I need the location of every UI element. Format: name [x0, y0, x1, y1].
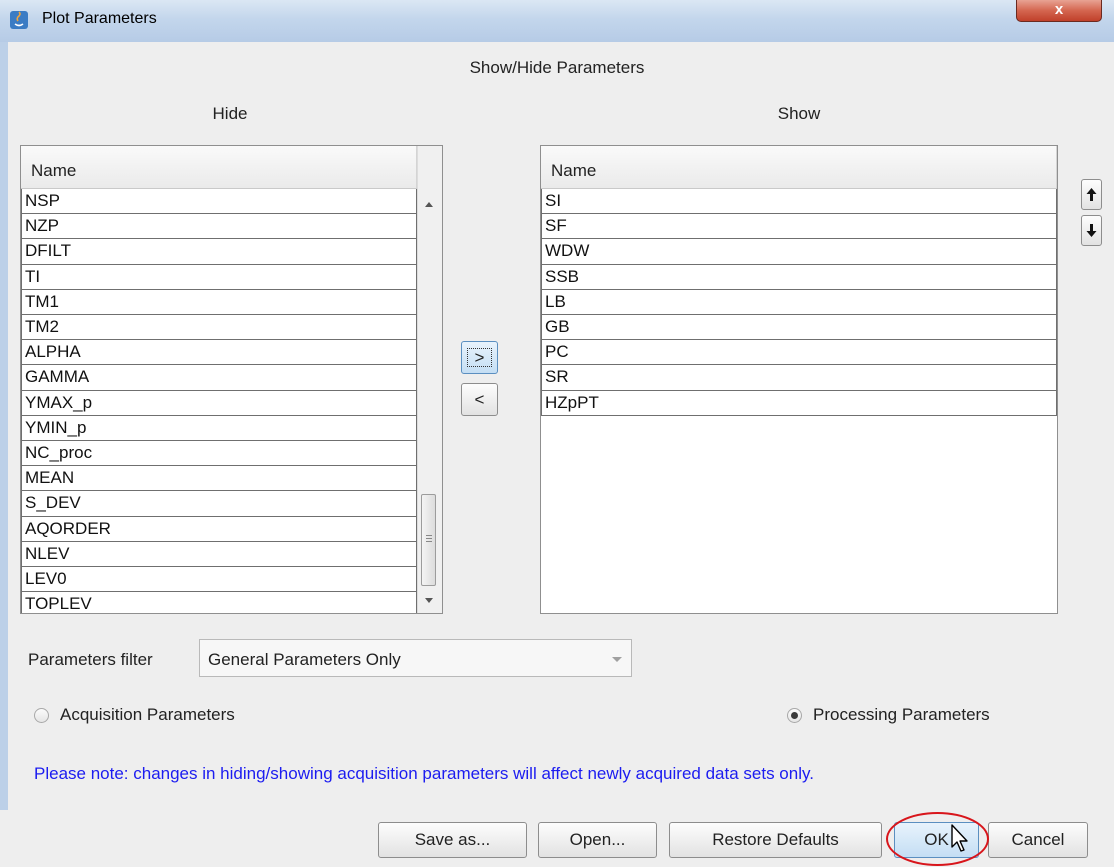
- show-list-item[interactable]: SSB: [541, 264, 1057, 290]
- java-app-icon: [10, 11, 28, 29]
- info-note: Please note: changes in hiding/showing a…: [34, 764, 814, 783]
- filter-selected-value: General Parameters Only: [208, 650, 401, 669]
- close-icon: x: [1054, 1, 1064, 18]
- move-down-button[interactable]: [1081, 215, 1102, 246]
- show-list-item[interactable]: PC: [541, 340, 1057, 366]
- hide-list-item[interactable]: LEV0: [21, 567, 417, 593]
- hide-column-header[interactable]: Name: [21, 146, 417, 189]
- open-button[interactable]: Open...: [538, 822, 657, 858]
- parameters-filter-label: Parameters filter: [28, 650, 153, 669]
- title-bar[interactable]: Plot Parameters x: [0, 0, 1114, 42]
- hide-list-item[interactable]: AQORDER: [21, 516, 417, 542]
- plot-parameters-dialog: Plot Parameters x Show/Hide Parameters H…: [0, 0, 1114, 867]
- arrow-up-icon: [1086, 188, 1097, 201]
- hide-list-item[interactable]: TOPLEV: [21, 592, 417, 613]
- show-list-item[interactable]: HZpPT: [541, 390, 1057, 416]
- hide-label: Hide: [212, 104, 248, 123]
- show-list-item[interactable]: WDW: [541, 239, 1057, 265]
- mouse-pointer-icon: [951, 824, 968, 852]
- chevron-down-icon[interactable]: [612, 657, 622, 662]
- hide-list-item[interactable]: YMAX_p: [21, 390, 417, 416]
- acquisition-radio[interactable]: [34, 708, 49, 723]
- show-list-item[interactable]: SR: [541, 365, 1057, 391]
- show-list-item[interactable]: LB: [541, 289, 1057, 315]
- processing-radio-label: Processing Parameters: [813, 705, 990, 724]
- hide-list-item[interactable]: DFILT: [21, 239, 417, 265]
- ok-highlight-annotation: [886, 812, 989, 866]
- arrow-down-icon: [1086, 224, 1097, 237]
- restore-defaults-button[interactable]: Restore Defaults: [669, 822, 882, 858]
- hide-list-item[interactable]: MEAN: [21, 466, 417, 492]
- show-list[interactable]: Name SI SF WDW SSB LB GB PC SR HZpPT: [540, 145, 1058, 614]
- hide-list-item[interactable]: NZP: [21, 214, 417, 240]
- hide-list-item[interactable]: TM1: [21, 289, 417, 315]
- hide-list-item[interactable]: NC_proc: [21, 441, 417, 467]
- section-title: Show/Hide Parameters: [469, 58, 645, 77]
- acquisition-radio-label: Acquisition Parameters: [60, 705, 235, 724]
- scroll-up-icon[interactable]: [425, 202, 433, 207]
- processing-radio[interactable]: [787, 708, 802, 723]
- hide-list-scrollbar[interactable]: [417, 146, 442, 613]
- hide-list-item[interactable]: GAMMA: [21, 365, 417, 391]
- hide-list-item[interactable]: YMIN_p: [21, 415, 417, 441]
- show-list-item[interactable]: SF: [541, 214, 1057, 240]
- show-label: Show: [777, 104, 821, 123]
- move-up-button[interactable]: [1081, 179, 1102, 210]
- hide-list-item[interactable]: S_DEV: [21, 491, 417, 517]
- save-as-button[interactable]: Save as...: [378, 822, 527, 858]
- show-list-item[interactable]: SI: [541, 189, 1057, 215]
- window-title: Plot Parameters: [42, 10, 157, 27]
- cancel-button[interactable]: Cancel: [988, 822, 1088, 858]
- hide-list[interactable]: Name NSP NZP DFILT TI TM1 TM2 ALPHA GAMMA YMAX_p…: [20, 145, 443, 614]
- close-button[interactable]: x: [1016, 0, 1102, 22]
- scroll-thumb[interactable]: [421, 494, 436, 586]
- hide-list-item[interactable]: NSP: [21, 189, 417, 215]
- show-list-item[interactable]: GB: [541, 315, 1057, 341]
- hide-list-item[interactable]: ALPHA: [21, 340, 417, 366]
- hide-list-item[interactable]: NLEV: [21, 541, 417, 567]
- parameters-filter-select[interactable]: General Parameters Only: [199, 639, 632, 677]
- window-frame: [0, 42, 8, 867]
- scroll-down-icon[interactable]: [425, 598, 433, 603]
- hide-list-item[interactable]: TI: [21, 264, 417, 290]
- move-to-hide-button[interactable]: <: [461, 383, 498, 416]
- move-to-show-button[interactable]: >: [461, 341, 498, 374]
- hide-list-item[interactable]: TM2: [21, 315, 417, 341]
- show-column-header[interactable]: Name: [541, 146, 1057, 189]
